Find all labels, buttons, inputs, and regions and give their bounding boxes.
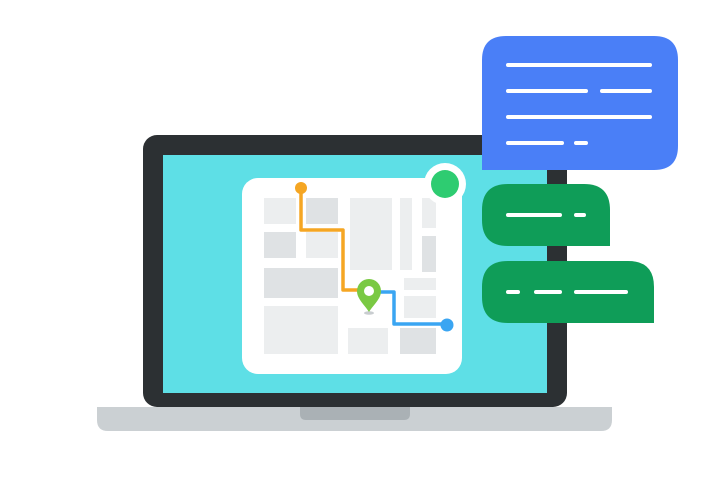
map-block: [400, 198, 412, 270]
online-status-icon: [424, 163, 466, 205]
map-block: [264, 232, 296, 258]
status-dot: [431, 170, 459, 198]
illustration-scene: [0, 0, 710, 484]
map-block: [306, 232, 338, 258]
route-start-dot: [295, 182, 307, 194]
map-icon: [242, 178, 462, 374]
map-block: [404, 296, 436, 318]
laptop-base-notch: [300, 407, 410, 420]
pin-hole: [364, 286, 374, 296]
route-end-dot: [440, 318, 454, 332]
map-block: [264, 306, 338, 354]
map-block: [422, 236, 436, 272]
map-block: [264, 268, 338, 298]
map-block: [306, 198, 338, 224]
illustration-svg: [97, 36, 678, 431]
map-block: [348, 328, 388, 354]
map-block: [400, 328, 436, 354]
chat-bubble-blue: [482, 36, 678, 170]
map-block: [350, 198, 392, 270]
map-block: [404, 278, 436, 290]
map-block: [264, 198, 296, 224]
map-block: [422, 198, 436, 228]
